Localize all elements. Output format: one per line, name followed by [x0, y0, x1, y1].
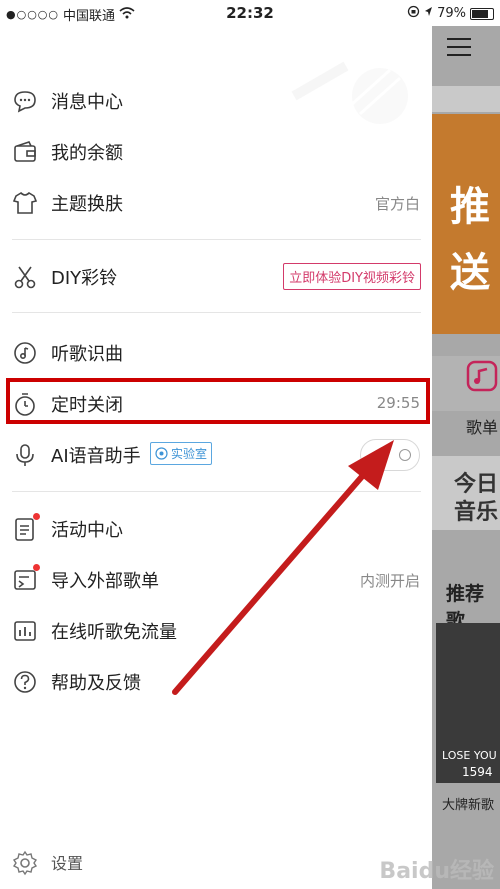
- lab-badge: 实验室: [150, 442, 213, 465]
- diy-video-badge[interactable]: 立即体验DIY视频彩铃: [283, 263, 421, 290]
- promo-banner[interactable]: 推 送: [432, 114, 500, 334]
- activity-notification-dot: [33, 513, 40, 520]
- banner-text-1: 推: [450, 184, 490, 230]
- menu-item-help[interactable]: 帮助及反馈: [0, 659, 432, 703]
- menu-label-activity: 活动中心: [51, 520, 123, 541]
- playlist-label: 歌单: [466, 418, 499, 437]
- scissors-icon: [14, 266, 36, 289]
- toggle-knob: [399, 449, 411, 461]
- playlist-icon: [466, 360, 498, 392]
- banner-text-2: 送: [450, 250, 490, 296]
- lab-badge-label: 实验室: [171, 447, 208, 461]
- background-app-peek[interactable]: 推 送 歌单 今日 音乐 推荐歌 LOSE YOU 1594 大牌新歌: [432, 26, 500, 889]
- menu-item-ai-assistant[interactable]: AI语音助手 实验室: [0, 432, 432, 476]
- menu-item-recognize[interactable]: 听歌识曲: [0, 330, 432, 374]
- album-count: 1594: [462, 765, 493, 779]
- import-notification-dot: [33, 564, 40, 571]
- today-card[interactable]: 今日 音乐: [432, 456, 500, 530]
- location-icon: [424, 6, 433, 21]
- menu-label-messages: 消息中心: [51, 92, 123, 113]
- tshirt-icon: [12, 191, 38, 214]
- menu-label-diy: DIY彩铃: [51, 268, 118, 289]
- status-bar: ●○○○○ 中国联通 22:32 79%: [0, 0, 500, 26]
- menu-label-ai-assistant: AI语音助手: [51, 446, 141, 467]
- menu-item-balance[interactable]: 我的余额: [0, 129, 432, 173]
- divider: [12, 312, 421, 313]
- menu-item-messages[interactable]: 消息中心: [0, 78, 432, 122]
- menu-label-free-flow: 在线听歌免流量: [51, 622, 177, 643]
- headset-icon: [155, 447, 168, 460]
- menu-item-activity[interactable]: 活动中心: [0, 506, 432, 550]
- menu-label-settings: 设置: [51, 854, 84, 873]
- today-text-2: 音乐: [454, 500, 499, 525]
- data-usage-icon: [14, 621, 36, 641]
- import-list-icon: [14, 570, 36, 590]
- menu-label-import: 导入外部歌单: [51, 571, 159, 592]
- playlist-shortcut[interactable]: 歌单: [432, 356, 500, 437]
- menu-item-import[interactable]: 导入外部歌单 内测开启: [0, 557, 432, 601]
- wallet-icon: [14, 141, 36, 162]
- album-caption: 大牌新歌: [442, 798, 495, 813]
- divider: [12, 491, 421, 492]
- album-text: LOSE YOU: [442, 749, 497, 762]
- side-drawer: 消息中心 我的余额 主题换肤 官方白 DIY彩铃 立即体验DIY视频彩铃 听歌识…: [0, 26, 432, 889]
- music-recognize-icon: [14, 342, 36, 364]
- microphone-icon: [16, 444, 34, 466]
- help-icon: [14, 671, 36, 693]
- document-icon: [15, 518, 34, 541]
- album-cover[interactable]: LOSE YOU 1594: [436, 623, 500, 783]
- watermark: Baidu经验: [379, 859, 494, 884]
- battery-icon: [470, 7, 494, 20]
- menu-icon[interactable]: [447, 38, 471, 56]
- chat-bubble-icon: [14, 91, 36, 113]
- import-value: 内测开启: [359, 572, 420, 590]
- ai-assistant-toggle[interactable]: [360, 439, 420, 471]
- status-right: 79%: [407, 5, 494, 22]
- timer-highlight-box: [6, 378, 430, 424]
- battery-percent: 79%: [437, 6, 466, 21]
- menu-label-recognize: 听歌识曲: [51, 344, 123, 365]
- menu-label-balance: 我的余额: [51, 143, 123, 164]
- search-strip: [432, 86, 500, 112]
- divider: [12, 239, 421, 240]
- lock-rotation-icon: [407, 5, 420, 22]
- menu-item-diy[interactable]: DIY彩铃 立即体验DIY视频彩铃: [0, 254, 432, 298]
- gear-icon: [12, 850, 38, 876]
- menu-item-theme[interactable]: 主题换肤 官方白: [0, 180, 432, 224]
- theme-value: 官方白: [374, 195, 420, 213]
- menu-item-free-flow[interactable]: 在线听歌免流量: [0, 608, 432, 652]
- menu-label-help: 帮助及反馈: [51, 673, 141, 694]
- menu-item-settings[interactable]: 设置: [0, 840, 432, 884]
- menu-label-theme: 主题换肤: [51, 194, 123, 215]
